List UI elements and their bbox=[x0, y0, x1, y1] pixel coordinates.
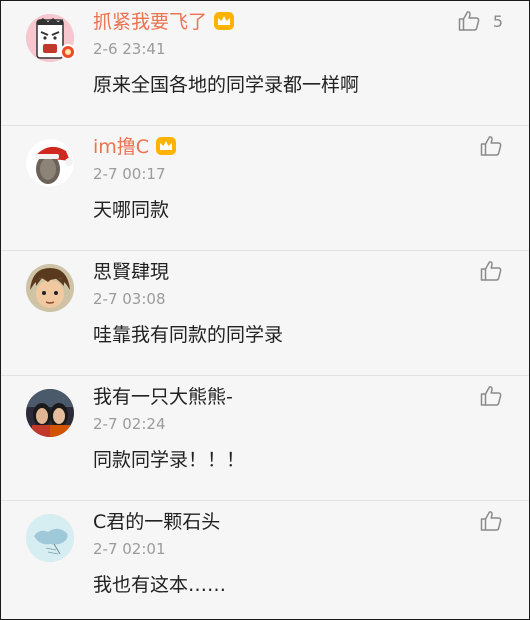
thumbs-up-icon bbox=[479, 384, 503, 408]
thumbs-up-icon bbox=[479, 259, 503, 283]
thumbs-up-icon bbox=[479, 134, 503, 158]
comment-username[interactable]: 我有一只大熊熊- bbox=[93, 385, 233, 409]
comment-time: 2-7 03:08 bbox=[93, 290, 166, 308]
comment-item: C君的一颗石头 2-7 02:01 我也有这本…… bbox=[1, 501, 529, 619]
like-button[interactable] bbox=[479, 134, 503, 158]
comment-text: 我也有这本…… bbox=[93, 574, 227, 596]
comment-time: 2-6 23:41 bbox=[93, 40, 166, 58]
avatar[interactable] bbox=[26, 264, 74, 312]
vip-crown-icon bbox=[155, 136, 177, 156]
thumbs-up-icon bbox=[479, 509, 503, 533]
comment-text: 哇靠我有同款的同学录 bbox=[93, 324, 284, 346]
like-button[interactable] bbox=[479, 259, 503, 283]
comment-item: 我有一只大熊熊- 2-7 02:24 同款同学录！！！ bbox=[1, 376, 529, 501]
comment-text: 原来全国各地的同学录都一样啊 bbox=[93, 74, 360, 96]
vip-crown-icon bbox=[213, 11, 235, 31]
like-button[interactable] bbox=[479, 509, 503, 533]
avatar[interactable] bbox=[26, 139, 74, 187]
like-count: 5 bbox=[492, 11, 503, 31]
comment-username[interactable]: im撸C bbox=[93, 135, 177, 159]
avatar[interactable] bbox=[26, 389, 74, 437]
comment-time: 2-7 02:24 bbox=[93, 415, 166, 433]
comment-time: 2-7 02:01 bbox=[93, 540, 166, 558]
avatar[interactable] bbox=[26, 514, 74, 562]
like-button[interactable]: 5 bbox=[457, 9, 503, 33]
comment-text: 同款同学录！！！ bbox=[93, 449, 246, 471]
comment-username[interactable]: C君的一颗石头 bbox=[93, 510, 220, 534]
comment-item: im撸C 2-7 00:17 天哪同款 bbox=[1, 126, 529, 251]
comment-username[interactable]: 思賢肆現 bbox=[93, 260, 169, 284]
comment-username[interactable]: 抓紧我要飞了 bbox=[93, 10, 235, 34]
like-button[interactable] bbox=[479, 384, 503, 408]
comment-list: 抓紧我要飞了 2-6 23:41 原来全国各地的同学录都一样啊 5 im撸C 2… bbox=[0, 0, 530, 620]
verified-badge-icon bbox=[60, 44, 76, 60]
comment-item: 思賢肆現 2-7 03:08 哇靠我有同款的同学录 bbox=[1, 251, 529, 376]
comment-text: 天哪同款 bbox=[93, 199, 170, 221]
comment-item: 抓紧我要飞了 2-6 23:41 原来全国各地的同学录都一样啊 5 bbox=[1, 1, 529, 126]
thumbs-up-icon bbox=[457, 9, 481, 33]
comment-time: 2-7 00:17 bbox=[93, 165, 166, 183]
